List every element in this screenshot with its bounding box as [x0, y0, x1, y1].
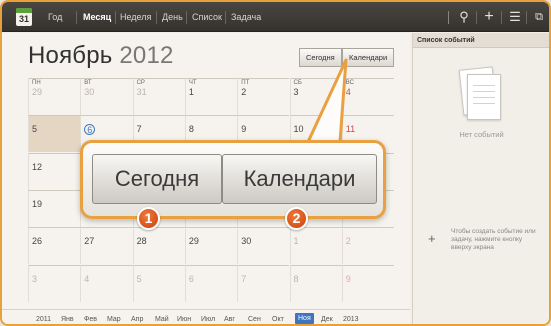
- zoom-callout: Сегодня Календари: [80, 140, 386, 219]
- app-frame: 31 Год Месяц Неделя День Список Задача ⚲…: [0, 0, 551, 326]
- calendars-button[interactable]: Календари: [222, 154, 377, 204]
- callout-badge-1: 1: [137, 207, 160, 230]
- today-button[interactable]: Сегодня: [92, 154, 222, 204]
- callout-badge-2: 2: [285, 207, 308, 230]
